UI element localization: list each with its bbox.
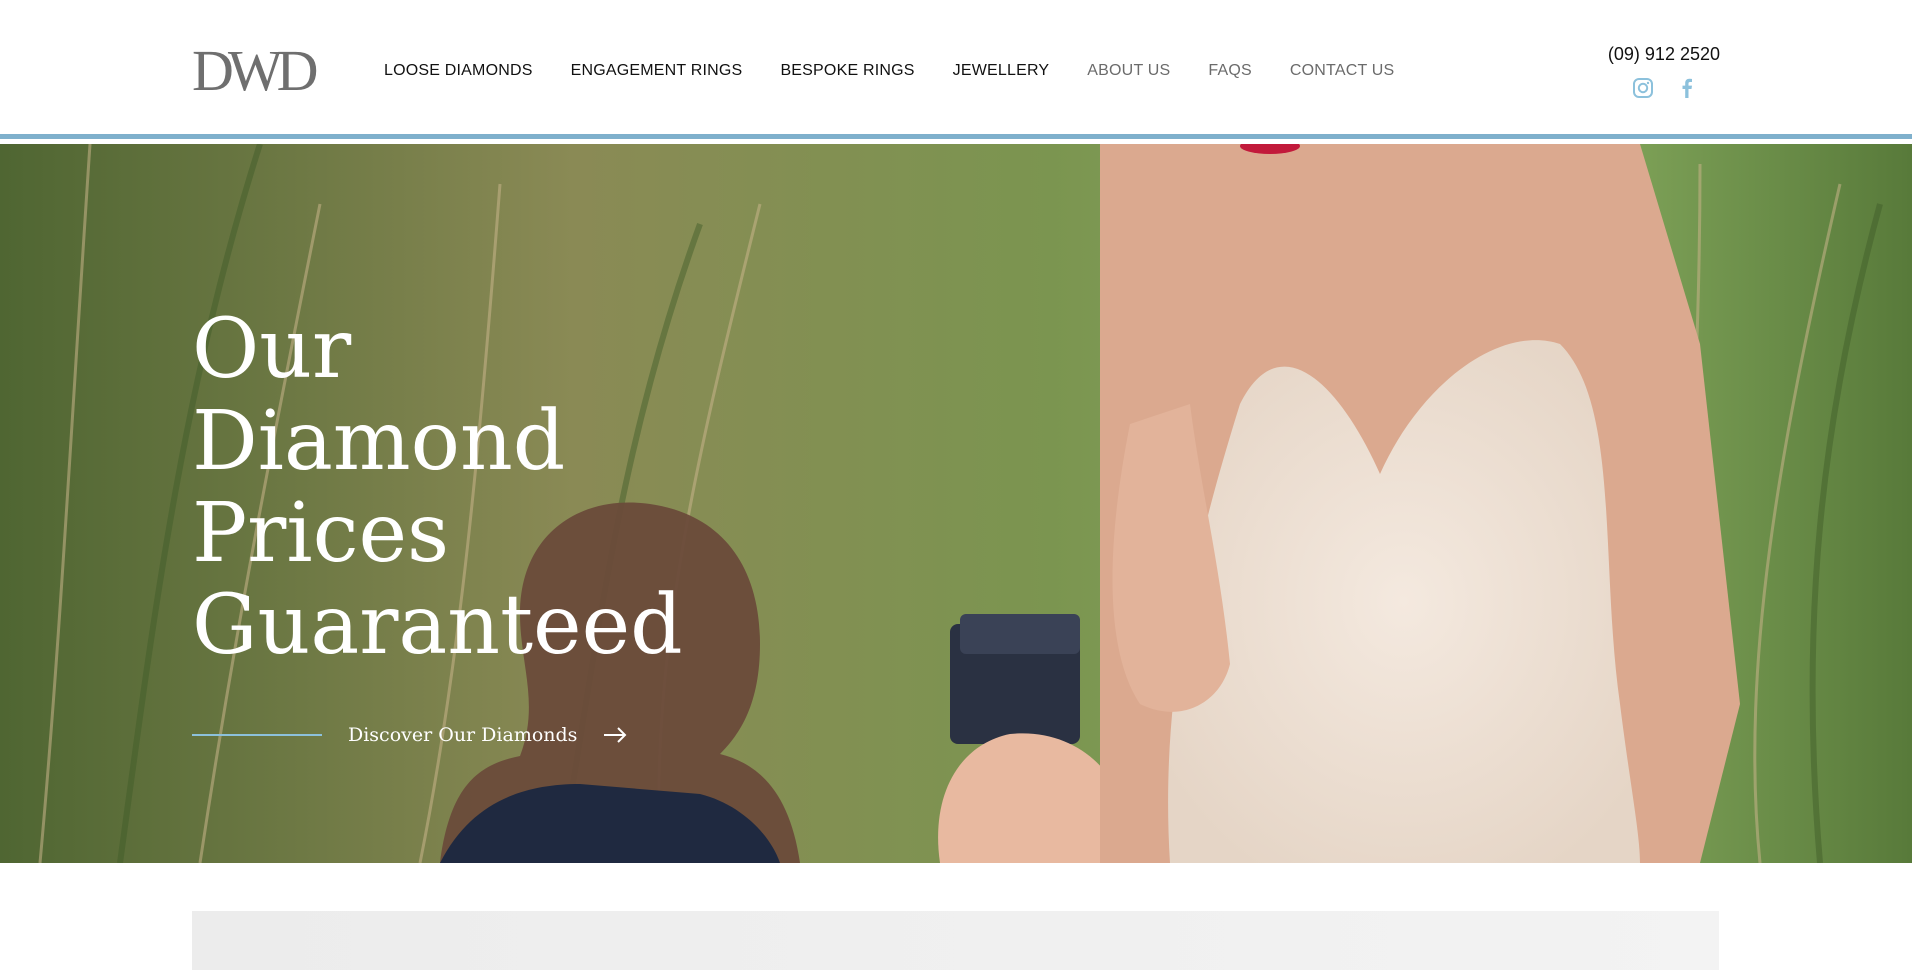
site-header: DWD LOOSE DIAMONDS ENGAGEMENT RINGS BESP… — [0, 0, 1912, 139]
nav-jewellery[interactable]: JEWELLERY — [953, 62, 1050, 80]
content-band — [192, 911, 1719, 970]
cta-label: Discover Our Diamonds — [348, 724, 578, 746]
header-contact: (09) 912 2520 — [1590, 44, 1720, 99]
hero-title-line: Guaranteed — [192, 578, 683, 673]
nav-loose-diamonds[interactable]: LOOSE DIAMONDS — [384, 62, 533, 80]
hero-banner: Our Diamond Prices Guaranteed Discover O… — [0, 144, 1912, 863]
phone-link[interactable]: (09) 912 2520 — [1590, 44, 1720, 65]
hero-title-line: Diamond — [192, 394, 566, 489]
nav-contact-us[interactable]: CONTACT US — [1290, 62, 1395, 80]
cta-accent-line — [192, 734, 322, 736]
hero-title: Our Diamond Prices Guaranteed — [192, 304, 683, 672]
social-links — [1590, 77, 1720, 99]
nav-about-us[interactable]: ABOUT US — [1087, 62, 1170, 80]
main-nav: LOOSE DIAMONDS ENGAGEMENT RINGS BESPOKE … — [384, 62, 1394, 80]
hero-title-line: Prices — [192, 486, 450, 581]
nav-faqs[interactable]: FAQS — [1208, 62, 1251, 80]
facebook-icon[interactable] — [1676, 77, 1698, 99]
logo-text: DWD — [192, 44, 317, 98]
hero-title-line: Our — [192, 302, 352, 397]
discover-diamonds-link[interactable]: Discover Our Diamonds — [192, 724, 627, 746]
nav-bespoke-rings[interactable]: BESPOKE RINGS — [780, 62, 914, 80]
logo[interactable]: DWD — [192, 44, 322, 98]
arrow-right-icon — [603, 727, 627, 743]
nav-engagement-rings[interactable]: ENGAGEMENT RINGS — [571, 62, 743, 80]
instagram-icon[interactable] — [1632, 77, 1654, 99]
